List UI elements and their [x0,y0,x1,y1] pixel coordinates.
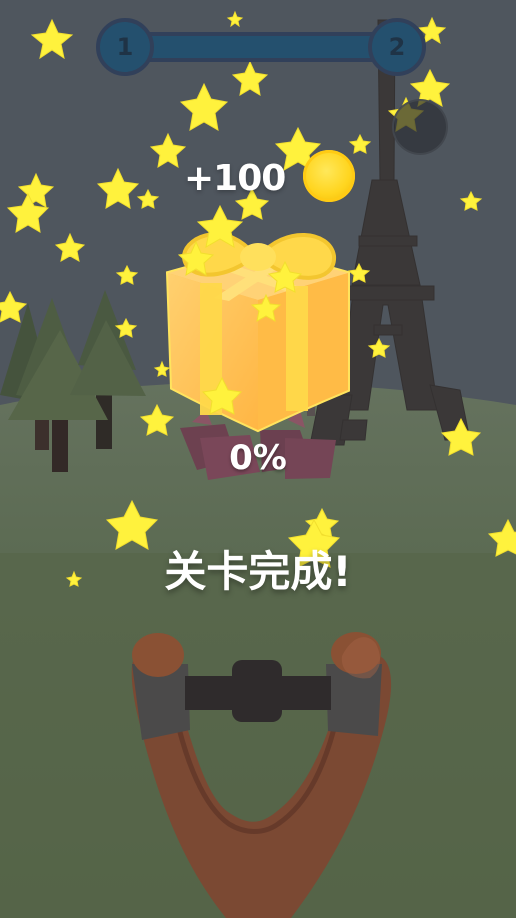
coin-icon [303,150,355,202]
gift-progress-percent: 0% [229,438,287,478]
progress-bar [136,32,386,62]
coin-reward-amount: +100 [184,158,286,199]
level-complete-message: 关卡完成! [164,547,352,596]
next-level-badge: 2 [368,18,426,76]
gear-icon[interactable] [392,99,448,155]
level-progress: 1 2 [96,18,426,78]
current-level-badge: 1 [96,18,154,76]
